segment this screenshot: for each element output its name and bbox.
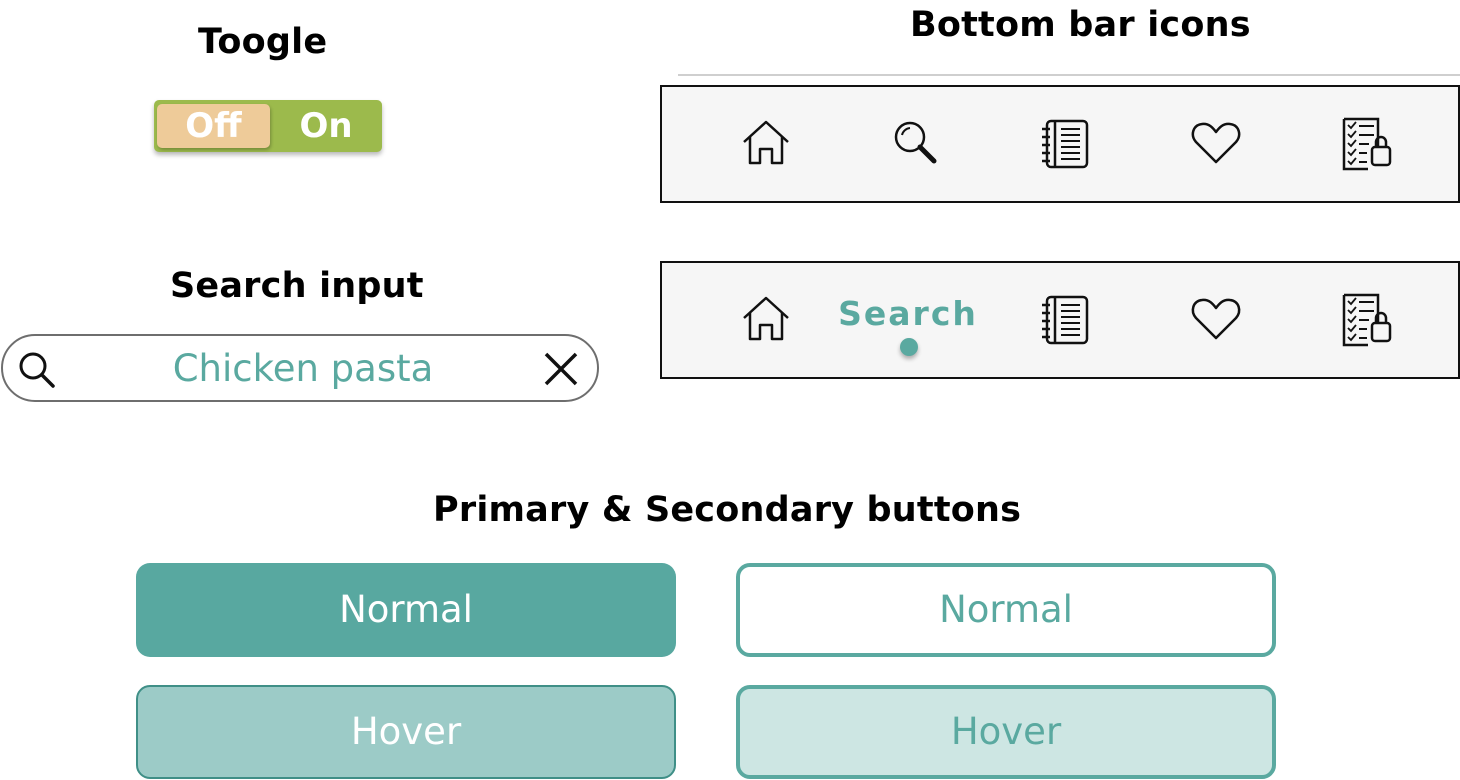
close-icon[interactable] bbox=[543, 351, 579, 387]
toggle-off-option[interactable]: Off bbox=[157, 104, 270, 148]
search-input[interactable]: Chicken pasta bbox=[1, 334, 599, 402]
active-tab-label[interactable]: Search bbox=[808, 294, 1008, 333]
divider bbox=[678, 74, 1460, 76]
bottom-bar-heading: Bottom bar icons bbox=[910, 5, 1251, 45]
notebook-icon[interactable] bbox=[1038, 115, 1094, 171]
bottom-bar-search-active bbox=[660, 261, 1460, 379]
search-heading: Search input bbox=[170, 266, 424, 306]
notebook-icon[interactable] bbox=[1038, 291, 1094, 347]
toggle-switch[interactable]: Off On bbox=[154, 100, 382, 152]
search-icon[interactable] bbox=[888, 115, 944, 171]
bottom-bar-default bbox=[660, 85, 1460, 203]
active-tab-indicator bbox=[900, 338, 918, 356]
shopping-list-icon[interactable] bbox=[1338, 115, 1394, 171]
heart-icon[interactable] bbox=[1188, 115, 1244, 171]
search-value[interactable]: Chicken pasta bbox=[103, 336, 503, 400]
home-icon[interactable] bbox=[738, 291, 794, 347]
primary-button-normal[interactable]: Normal bbox=[136, 563, 676, 657]
search-icon bbox=[19, 352, 55, 388]
home-icon[interactable] bbox=[738, 115, 794, 171]
shopping-list-icon[interactable] bbox=[1338, 291, 1394, 347]
heart-icon[interactable] bbox=[1188, 291, 1244, 347]
primary-button-hover[interactable]: Hover bbox=[136, 685, 676, 779]
toggle-on-option[interactable]: On bbox=[272, 104, 380, 148]
secondary-button-hover[interactable]: Hover bbox=[736, 685, 1276, 779]
buttons-heading: Primary & Secondary buttons bbox=[433, 490, 1022, 530]
toggle-heading: Toogle bbox=[198, 22, 328, 62]
secondary-button-normal[interactable]: Normal bbox=[736, 563, 1276, 657]
